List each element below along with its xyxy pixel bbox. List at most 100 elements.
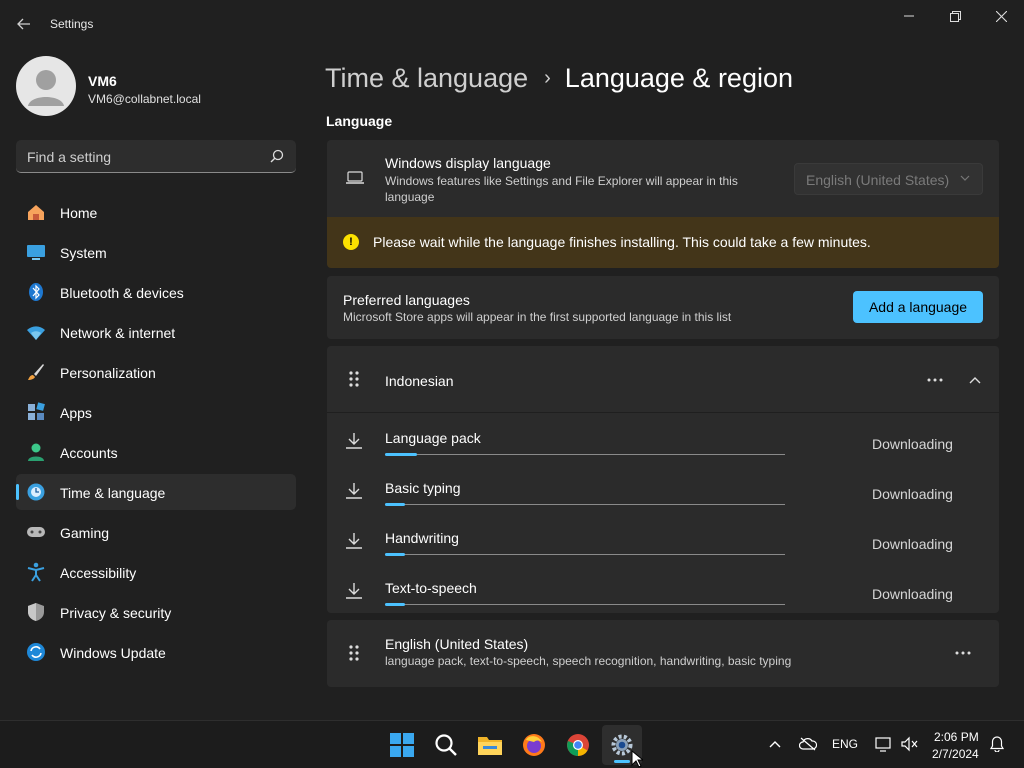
network-status-button[interactable] [874, 735, 894, 753]
feature-name: Language pack [385, 430, 481, 446]
title-bar: Settings [0, 0, 1024, 48]
bluetooth-icon [26, 282, 46, 302]
volume-button[interactable] [900, 735, 920, 753]
shield-icon [26, 602, 46, 622]
sidebar-item-home[interactable]: Home [16, 194, 296, 230]
sidebar-item-time-language[interactable]: Time & language [16, 474, 296, 510]
user-email: VM6@collabnet.local [88, 92, 201, 106]
sidebar-item-accessibility[interactable]: Accessibility [16, 554, 296, 590]
close-button[interactable] [978, 4, 1024, 28]
accounts-icon [26, 442, 46, 462]
install-warning-banner: ! Please wait while the language finishe… [327, 217, 999, 268]
chevron-up-icon [969, 377, 981, 384]
accessibility-icon [26, 562, 46, 582]
chrome-icon [567, 734, 589, 756]
onedrive-button[interactable] [798, 735, 818, 753]
sidebar-item-system[interactable]: System [16, 234, 296, 270]
windows-logo-icon [390, 733, 414, 757]
section-title: Language [326, 113, 393, 129]
taskbar-search-button[interactable] [426, 725, 466, 765]
sidebar-item-bluetooth[interactable]: Bluetooth & devices [16, 274, 296, 310]
display-language-value: English (United States) [806, 172, 950, 188]
feature-status: Downloading [872, 486, 953, 502]
update-icon [26, 642, 46, 662]
display-language-card: Windows display language Windows feature… [327, 140, 999, 217]
user-profile[interactable]: VM6 VM6@collabnet.local [16, 56, 296, 118]
sidebar-item-apps[interactable]: Apps [16, 394, 296, 430]
chrome-button[interactable] [558, 725, 598, 765]
back-button[interactable] [10, 10, 38, 38]
sidebar-item-network[interactable]: Network & internet [16, 314, 296, 350]
add-language-button[interactable]: Add a language [853, 291, 983, 323]
avatar [16, 56, 76, 116]
firefox-icon [523, 734, 545, 756]
firefox-button[interactable] [514, 725, 554, 765]
input-language-indicator[interactable]: ENG [830, 735, 860, 753]
breadcrumb: Time & language › Language & region [325, 58, 793, 98]
search-input[interactable]: Find a setting [16, 140, 296, 173]
start-button[interactable] [382, 725, 422, 765]
file-explorer-button[interactable] [470, 725, 510, 765]
language-item-indonesian: Indonesian Language pack Downloading Bas… [327, 346, 999, 613]
search-icon [270, 149, 284, 163]
sidebar-item-gaming[interactable]: Gaming [16, 514, 296, 550]
sidebar-item-personalization[interactable]: Personalization [16, 354, 296, 390]
sidebar-item-label: Personalization [60, 365, 156, 381]
warning-icon: ! [343, 234, 359, 250]
display-language-dropdown[interactable]: English (United States) [794, 163, 983, 195]
preferred-languages-description: Microsoft Store apps will appear in the … [343, 310, 732, 324]
feature-row-text-to-speech: Text-to-speech Downloading [327, 566, 999, 616]
home-icon [26, 202, 46, 222]
feature-status: Downloading [872, 586, 953, 602]
user-name: VM6 [88, 73, 117, 89]
drag-handle-icon[interactable] [347, 644, 361, 662]
sidebar-item-label: Privacy & security [60, 605, 172, 621]
restore-button[interactable] [932, 4, 978, 28]
feature-row-language-pack: Language pack Downloading [327, 416, 999, 466]
feature-name: Handwriting [385, 530, 459, 546]
progress-bar [385, 453, 785, 456]
minimize-icon [904, 15, 914, 17]
feature-name: Text-to-speech [385, 580, 477, 596]
sidebar-item-label: Time & language [60, 485, 166, 501]
restore-icon [949, 10, 961, 22]
collapse-button[interactable] [960, 365, 990, 395]
more-options-button[interactable] [948, 638, 978, 668]
notifications-button[interactable] [988, 735, 1006, 753]
search-placeholder: Find a setting [27, 149, 112, 165]
folder-icon [478, 737, 502, 755]
progress-fill [385, 453, 417, 456]
progress-fill [385, 503, 405, 506]
display-language-title: Windows display language [385, 155, 551, 171]
clock-time[interactable]: 2:06 PM [934, 730, 979, 744]
app-title: Settings [50, 17, 94, 31]
drag-handle-icon[interactable] [347, 370, 361, 388]
clock-date[interactable]: 2/7/2024 [932, 747, 979, 761]
language-features: language pack, text-to-speech, speech re… [385, 654, 792, 668]
indonesian-header[interactable]: Indonesian [327, 346, 999, 413]
system-icon [26, 242, 46, 262]
sidebar-item-label: Accessibility [60, 565, 137, 581]
language-item-english[interactable]: English (United States) language pack, t… [327, 620, 999, 687]
sidebar-item-label: Network & internet [60, 325, 176, 341]
search-icon [435, 734, 457, 756]
taskbar: ENG 2:06 PM 2/7/2024 [0, 720, 1024, 768]
language-name: Indonesian [385, 373, 454, 389]
breadcrumb-parent[interactable]: Time & language [325, 63, 528, 94]
feature-row-basic-typing: Basic typing Downloading [327, 466, 999, 516]
sidebar-item-windows-update[interactable]: Windows Update [16, 634, 296, 670]
show-hidden-icons-button[interactable] [766, 735, 784, 753]
download-icon [346, 483, 362, 499]
sidebar-item-label: Gaming [60, 525, 110, 541]
feature-name: Basic typing [385, 480, 461, 496]
page-title: Language & region [564, 62, 793, 93]
progress-fill [385, 553, 405, 556]
sidebar-item-privacy-security[interactable]: Privacy & security [16, 594, 296, 630]
chevron-down-icon [960, 175, 970, 181]
minimize-button[interactable] [886, 4, 932, 28]
sidebar-item-accounts[interactable]: Accounts [16, 434, 296, 470]
progress-bar [385, 503, 785, 506]
preferred-languages-title: Preferred languages [343, 292, 470, 308]
more-options-button[interactable] [920, 365, 950, 395]
download-icon [346, 433, 362, 449]
